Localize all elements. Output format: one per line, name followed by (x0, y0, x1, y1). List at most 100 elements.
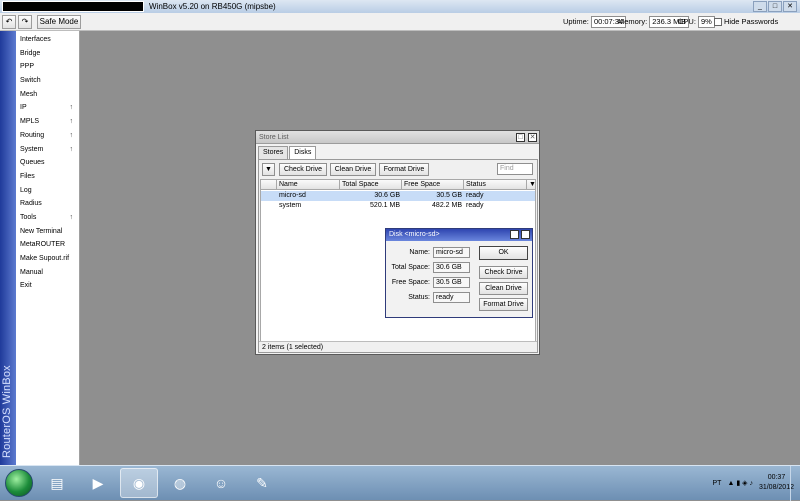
language-indicator[interactable]: PT (713, 480, 722, 487)
cell-name: micro-sd (279, 192, 306, 199)
store-list-title-bar[interactable]: Store List □ ✕ (256, 131, 539, 144)
table-row[interactable]: micro-sd 30.6 GB 30.5 GB ready (261, 191, 535, 201)
brand-text: RouterOS WinBox (1, 365, 13, 458)
menu-item-ip[interactable]: IP ↑ (16, 101, 79, 115)
column-header-total-space[interactable]: Total Space (340, 180, 402, 190)
menu-item-label: Routing (20, 131, 45, 139)
menu-item-mesh[interactable]: Mesh (16, 88, 79, 102)
cpu-label: CPU: (678, 17, 696, 26)
tray-icons[interactable]: ▲ ▮ ◈ ♪ (727, 479, 753, 487)
undo-icon[interactable]: ↶ (2, 15, 16, 29)
menu-item-label: Make Supout.rif (20, 255, 70, 262)
menu-item-label: IP (20, 104, 27, 112)
clock[interactable]: 00:37 31/08/2012 (759, 473, 794, 493)
clean-drive-button[interactable]: Clean Drive (330, 163, 376, 176)
cell-name: system (279, 202, 302, 209)
explorer-folder-icon[interactable]: ▤ (38, 468, 76, 498)
menu-item-make-supout-rif[interactable]: Make Supout.rif (16, 252, 79, 266)
filter-icon[interactable]: ▼ (262, 163, 275, 176)
hide-passwords-checkbox[interactable] (714, 18, 722, 27)
menu-item-label: Radius (20, 200, 42, 208)
dialog-clean-drive-button[interactable]: Clean Drive (479, 282, 528, 295)
maximize-button[interactable]: □ (768, 1, 782, 12)
store-list-title: Store List (259, 134, 289, 141)
maximize-icon[interactable]: □ (510, 230, 519, 239)
menu-item-label: MetaROUTER (20, 241, 66, 249)
close-icon[interactable]: ✕ (528, 133, 537, 142)
status-field: ready (433, 292, 470, 303)
clock-time: 00:37 (767, 474, 786, 481)
menu-item-label: Mesh (20, 90, 38, 98)
table-header: Name Total Space Free Space Status ▼ (261, 180, 537, 190)
show-desktop-button[interactable] (790, 466, 800, 501)
redacted-address (2, 1, 144, 12)
tab-disks[interactable]: Disks (289, 146, 317, 159)
find-input[interactable]: Find (497, 163, 533, 175)
menu-item-label: Manual (20, 268, 43, 276)
users-icon[interactable]: ☺ (202, 468, 240, 498)
menu-item-label: Interfaces (20, 36, 51, 43)
disk-dialog: Disk <micro-sd> □ ✕ Name: micro-sd Total… (385, 228, 533, 318)
tab-stores[interactable]: Stores (258, 146, 289, 159)
menu-item-ppp[interactable]: PPP (16, 60, 79, 74)
menu-item-label: PPP (20, 63, 35, 71)
menu-item-new-terminal[interactable]: New Terminal (16, 225, 79, 239)
menu-list: Interfaces Bridge PPP Switch Mesh IP ↑ MPLS ↑ Rou… (16, 33, 79, 293)
cell-total: 30.6 GB (374, 192, 400, 199)
menu-item-switch[interactable]: Switch (16, 74, 79, 88)
menu-item-routing[interactable]: Routing ↑ (16, 129, 79, 143)
menu-item-mpls[interactable]: MPLS ↑ (16, 115, 79, 129)
close-button[interactable]: ✕ (783, 1, 797, 12)
teamspeak-icon[interactable]: ◉ (120, 468, 158, 498)
free-space-label: Free Space: (391, 279, 430, 286)
winbox-icon[interactable]: ✎ (243, 468, 281, 498)
menu-item-files[interactable]: Files (16, 170, 79, 184)
close-icon[interactable]: ✕ (521, 230, 530, 239)
check-drive-button[interactable]: Check Drive (279, 163, 327, 176)
menu-item-bridge[interactable]: Bridge (16, 47, 79, 61)
menu-item-log[interactable]: Log (16, 184, 79, 198)
menu-item-manual[interactable]: Manual (16, 266, 79, 280)
menu-item-metarouter[interactable]: MetaROUTER (16, 238, 79, 252)
uptime-label: Uptime: (563, 17, 589, 26)
menu-item-interfaces[interactable]: Interfaces (16, 33, 79, 47)
menu-item-label: Exit (20, 282, 32, 290)
cpu-value: 9% (698, 16, 715, 28)
hide-passwords-toggle[interactable]: Hide Passwords (714, 16, 778, 28)
system-tray: PT ▲ ▮ ◈ ♪ 00:37 31/08/2012 (713, 469, 795, 497)
ok-button[interactable]: OK (479, 246, 528, 260)
menu-item-label: Bridge (20, 49, 41, 57)
menu-item-system[interactable]: System ↑ (16, 143, 79, 157)
status-footer: 2 items (1 selected) (259, 341, 537, 352)
side-menu: RouterOS WinBox Interfaces Bridge PPP Switc… (0, 31, 80, 465)
menu-item-label: MPLS (20, 118, 40, 126)
name-label: Name: (409, 249, 430, 256)
name-field: micro-sd (433, 247, 470, 258)
menu-item-tools[interactable]: Tools ↑ (16, 211, 79, 225)
menu-item-radius[interactable]: Radius (16, 197, 79, 211)
redo-icon[interactable]: ↷ (18, 15, 32, 29)
column-header-status[interactable]: Status (464, 180, 527, 190)
safe-mode-button[interactable]: Safe Mode (37, 15, 81, 29)
menu-item-queues[interactable]: Queues (16, 156, 79, 170)
chrome-icon[interactable]: ◍ (161, 468, 199, 498)
dialog-check-drive-button[interactable]: Check Drive (479, 266, 528, 279)
column-chooser-icon[interactable]: ▼ (527, 180, 537, 190)
table-row[interactable]: system 520.1 MB 482.2 MB ready (261, 201, 535, 211)
brand-strip: RouterOS WinBox (0, 31, 16, 465)
start-button[interactable] (5, 469, 33, 497)
column-header-free-space[interactable]: Free Space (402, 180, 464, 190)
format-drive-button[interactable]: Format Drive (379, 163, 429, 176)
dialog-format-drive-button[interactable]: Format Drive (479, 298, 528, 311)
maximize-icon[interactable]: □ (516, 133, 525, 142)
disk-dialog-title-bar[interactable]: Disk <micro-sd> □ ✕ (386, 229, 532, 241)
status-label: Status: (408, 294, 430, 301)
windows-taskbar: ▤ ▶ ◉ ◍ ☺ ✎ PT ▲ ▮ ◈ ♪ 00:37 31/08/2012 (0, 465, 800, 501)
uptime-status: Uptime: 00:07:34 (563, 16, 627, 28)
column-header-name[interactable]: Name (277, 180, 340, 190)
submenu-arrow-icon: ↑ (69, 131, 74, 139)
media-player-icon[interactable]: ▶ (79, 468, 117, 498)
menu-item-exit[interactable]: Exit (16, 279, 79, 293)
window-title-bar: WinBox v5.20 on RB450G (mipsbe) _ □ ✕ (0, 0, 800, 13)
minimize-button[interactable]: _ (753, 1, 767, 12)
